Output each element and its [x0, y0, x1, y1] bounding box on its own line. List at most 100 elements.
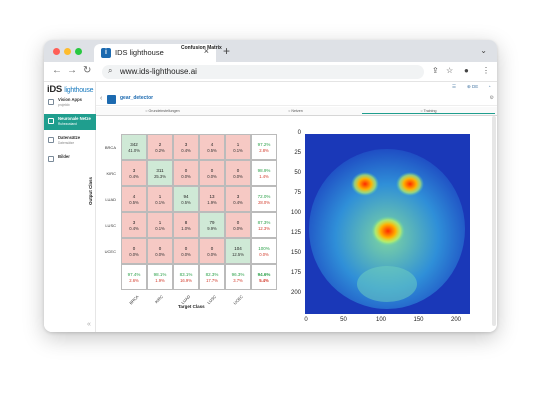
cell-count: 97.4% [127, 272, 141, 277]
sidebar-item-label: Datensätze [58, 135, 81, 140]
matrix-cell: 8 1.0% [173, 212, 199, 238]
sidebar-item-images[interactable]: Bilder [44, 152, 96, 168]
cell-percent: 0.0% [155, 252, 165, 257]
cell-count: 1 [158, 220, 162, 225]
cell-percent: 0.4% [181, 148, 191, 153]
matrix-cell: 79 9.9% [199, 212, 225, 238]
sidebar-item-sublabel: Datensätze [58, 141, 75, 145]
cell-percent: 0.5% [207, 148, 217, 153]
tab-basic-settings[interactable]: ○ Grundeinstellungen [96, 109, 229, 113]
y-tick-label: 100 [290, 210, 301, 216]
matrix-cell: 311 25.3% [147, 160, 173, 186]
y-tick-label: 125 [290, 230, 301, 236]
cell-count: 83.1% [179, 272, 193, 277]
new-tab-button[interactable]: + [223, 44, 230, 58]
sidebar-item-neural-networks[interactable]: Neuronale Netze Ruhezustand [44, 114, 96, 130]
y-tick-label: 50 [294, 170, 301, 176]
sidebar-item-datasets[interactable]: Datensätze Datensätze [44, 133, 96, 149]
reload-icon[interactable]: ↻ [83, 65, 91, 76]
cell-percent: 0.0% [259, 252, 269, 257]
back-arrow-icon[interactable]: ← [52, 65, 62, 76]
matrix-cell: 4 0.5% [199, 134, 225, 160]
matrix-cell: 94.6% 5.4% [251, 264, 277, 290]
cell-count: 98.1% [153, 272, 167, 277]
scrollbar[interactable] [492, 116, 496, 326]
cell-count: 342 [130, 142, 138, 147]
address-bar[interactable]: ⌕ www.ids-lighthouse.ai [102, 65, 424, 79]
user-icon[interactable]: ◔ [488, 84, 491, 89]
list-icon[interactable]: ☰ [452, 84, 456, 90]
project-settings-icon[interactable]: ⚙ [490, 95, 494, 101]
bookmark-star-icon[interactable]: ☆ [446, 66, 453, 75]
cell-percent: 2.6% [129, 278, 139, 283]
row-label: BRCA [104, 145, 116, 150]
matrix-cell: 0 0.0% [225, 160, 251, 186]
sidebar: iDS lighthouse Vision Apps projektiv Neu… [44, 82, 96, 332]
share-icon[interactable]: ⇪ [432, 66, 439, 75]
close-window-button[interactable] [53, 48, 60, 55]
matrix-cell: 82.3% 17.7% [199, 264, 225, 290]
cell-count: 100% [258, 246, 270, 251]
cell-count: 3 [132, 220, 136, 225]
matrix-cell: 94 0.5% [173, 186, 199, 212]
sidebar-item-vision-apps[interactable]: Vision Apps projektiv [44, 95, 96, 111]
x-tick-label: 0 [304, 317, 308, 323]
x-tick-label: 50 [340, 317, 347, 323]
cell-count: 98.9% [257, 168, 271, 173]
cell-percent: 1.4% [259, 174, 269, 179]
y-tick-label: 0 [297, 130, 301, 136]
tab-networks[interactable]: ○ Netzen [229, 109, 362, 113]
y-tick-label: 175 [290, 270, 301, 276]
matrix-cell: 83.1% 16.9% [173, 264, 199, 290]
tab-bar: i IDS lighthouse × + ⌄ [44, 40, 497, 62]
collapse-sidebar-icon[interactable]: « [87, 321, 91, 328]
attention-heatmap [305, 134, 470, 314]
cell-percent: 9.9% [207, 226, 217, 231]
cell-count: 0 [132, 246, 136, 251]
matrix-cell: 98.1% 1.9% [147, 264, 173, 290]
x-tick-label: 100 [375, 317, 386, 323]
cell-percent: 0.4% [233, 200, 243, 205]
y-tick-label: 150 [290, 250, 301, 256]
ids-logo: iDS lighthouse [47, 84, 94, 95]
back-chevron-icon[interactable]: ‹ [100, 95, 102, 102]
cell-count: 94.6% [257, 272, 271, 277]
tab-list-chevron-icon[interactable]: ⌄ [480, 46, 487, 55]
cell-percent: 0.4% [129, 226, 139, 231]
sidebar-item-sublabel: Ruhezustand [58, 122, 77, 126]
matrix-cell: 0 0.0% [225, 212, 251, 238]
forward-arrow-icon[interactable]: → [67, 65, 77, 76]
cell-percent: 1.9% [155, 278, 165, 283]
cell-count: 1 [158, 194, 162, 199]
cell-percent: 0.1% [233, 148, 243, 153]
maximize-window-button[interactable] [75, 48, 82, 55]
minimize-window-button[interactable] [64, 48, 71, 55]
x-tick-label: 150 [413, 317, 424, 323]
tab-training[interactable]: ○ Training [362, 109, 495, 114]
y-axis-label: Output Class [88, 176, 93, 205]
cell-percent: 25.3% [154, 174, 166, 179]
sidebar-item-label: Vision Apps [58, 97, 82, 102]
matrix-cell: 1 0.1% [225, 134, 251, 160]
cell-count: 1 [236, 142, 240, 147]
url-text[interactable]: www.ids-lighthouse.ai [120, 67, 197, 76]
cell-percent: 0.0% [233, 226, 243, 231]
confusion-matrix-title: Confusion Matrix [181, 45, 222, 51]
matrix-cell: 0 0.0% [121, 238, 147, 264]
browser-menu-icon[interactable]: ⋮ [482, 66, 490, 75]
cell-percent: 41.0% [128, 148, 140, 153]
y-tick-label: 75 [294, 190, 301, 196]
matrix-cell: 3 0.4% [173, 134, 199, 160]
y-tick-label: 25 [294, 150, 301, 156]
cell-percent: 16.9% [180, 278, 192, 283]
cell-count: 104 [234, 246, 242, 251]
cell-count: 79 [209, 220, 215, 225]
cell-count: 3 [236, 194, 240, 199]
profile-avatar-icon[interactable]: ● [464, 66, 469, 75]
cell-percent: 1.0% [181, 226, 191, 231]
language-selector[interactable]: ⊕ DE [467, 84, 478, 90]
cell-percent: 17.7% [206, 278, 218, 283]
cell-percent: 0.0% [233, 174, 243, 179]
row-label: LUSC [105, 223, 116, 228]
cell-percent: 28.0% [258, 200, 270, 205]
